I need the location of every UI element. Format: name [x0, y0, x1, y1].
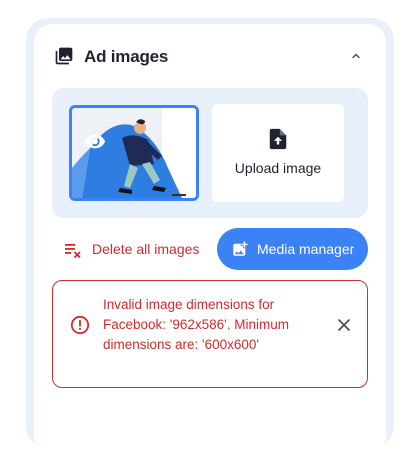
eye-icon[interactable] [84, 130, 106, 152]
error-circle-icon [70, 315, 90, 335]
delete-all-images-button[interactable]: Delete all images [64, 238, 204, 260]
thumbnail-artwork [72, 108, 196, 198]
image-thumbnail[interactable] [69, 105, 199, 201]
upload-image-button[interactable]: Upload image [212, 104, 344, 202]
error-alert: Invalid image dimensions for Facebook: '… [52, 280, 368, 388]
error-message: Invalid image dimensions for Facebook: '… [103, 297, 289, 352]
media-manager-label: Media manager [257, 241, 355, 257]
section-header[interactable]: Ad images [54, 44, 364, 70]
section-title: Ad images [84, 47, 169, 66]
close-icon[interactable] [337, 318, 351, 332]
upload-image-label: Upload image [234, 160, 322, 176]
delete-all-images-label: Delete all images [92, 241, 200, 257]
media-manager-button[interactable]: Media manager [217, 228, 368, 270]
image-stack-icon [55, 47, 73, 65]
upload-file-icon [269, 128, 287, 150]
playlist-remove-icon [65, 244, 81, 259]
chevron-up-icon[interactable] [350, 50, 362, 62]
close-icon[interactable] [166, 132, 182, 148]
add-photo-icon [233, 241, 248, 256]
